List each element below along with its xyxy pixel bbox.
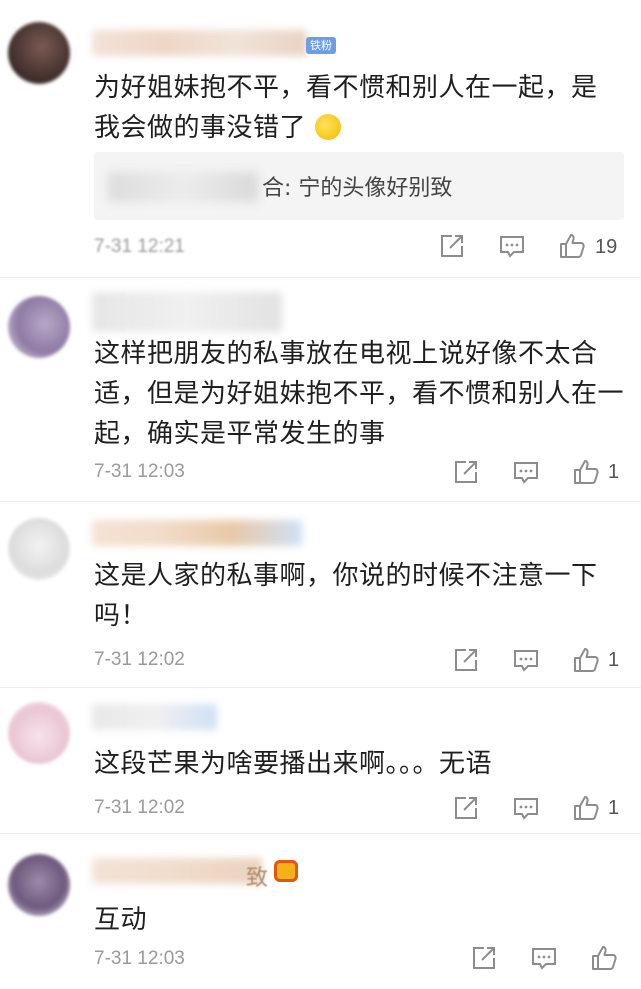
comment-time: 7-31 12:02 (94, 797, 185, 818)
like-count: 1 (608, 797, 620, 819)
reply-preview[interactable]: 合: 宁的头像好别致 (94, 152, 624, 220)
username-blurred[interactable] (92, 292, 282, 332)
share-icon[interactable] (452, 458, 480, 486)
share-icon[interactable] (452, 794, 480, 822)
comment-text: 这是人家的私事啊，你说的时候不注意一下吗！ (94, 561, 598, 631)
username-blurred[interactable] (92, 858, 262, 884)
comment-text: 互动 (94, 905, 148, 935)
comment-icon[interactable] (512, 458, 540, 486)
username-suffix: 致 (246, 866, 269, 891)
comment-time: 7-31 12:21 (94, 236, 185, 257)
avatar[interactable] (8, 296, 70, 358)
crown-icon (274, 860, 298, 882)
comment-time: 7-31 12:03 (94, 461, 185, 482)
comment-item: 这段芒果为啥要播出来啊。。。无语 7-31 12:02 1 (0, 688, 641, 834)
comment-text: 这段芒果为啥要播出来啊。。。无语 (94, 749, 493, 779)
thumbs-up-icon[interactable] (572, 646, 600, 674)
fan-badge: 铁粉 (306, 37, 336, 54)
share-icon[interactable] (470, 944, 498, 972)
comment-icon[interactable] (512, 646, 540, 674)
avatar[interactable] (8, 854, 70, 916)
thumbs-up-icon[interactable] (572, 458, 600, 486)
comment-text: 为好姐妹抱不平，看不惯和别人在一起，是 我会做的事没错了 (94, 73, 598, 143)
username-blurred[interactable] (92, 704, 217, 730)
avatar[interactable] (8, 518, 70, 580)
share-icon[interactable] (438, 232, 466, 260)
comment-icon[interactable] (530, 944, 558, 972)
comment-icon[interactable] (498, 232, 526, 260)
username-blurred[interactable] (92, 520, 302, 546)
laugh-cry-emoji (314, 114, 341, 140)
thumbs-up-icon[interactable] (572, 794, 600, 822)
username-blurred[interactable] (92, 30, 307, 56)
comment-time: 7-31 12:03 (94, 948, 185, 969)
comment-item: 铁粉 为好姐妹抱不平，看不惯和别人在一起，是 我会做的事没错了 合: 宁的头像好… (0, 0, 641, 278)
thumbs-up-icon[interactable] (558, 232, 586, 260)
comment-time: 7-31 12:02 (94, 649, 185, 670)
comment-text: 这样把朋友的私事放在电视上说好像不太合适，但是为好姐妹抱不平，看不惯和别人在一起… (94, 339, 625, 449)
reply-text: 合: 宁的头像好别致 (262, 176, 453, 201)
avatar[interactable] (8, 22, 70, 84)
like-count: 1 (608, 461, 620, 483)
comment-item: 致 互动 7-31 12:03 (0, 834, 641, 989)
thumbs-up-icon[interactable] (590, 944, 618, 972)
like-count: 19 (595, 236, 618, 258)
comment-item: 这样把朋友的私事放在电视上说好像不太合适，但是为好姐妹抱不平，看不惯和别人在一起… (0, 278, 641, 502)
avatar[interactable] (8, 702, 70, 764)
comment-icon[interactable] (512, 794, 540, 822)
like-count: 1 (608, 649, 620, 671)
comment-item: 这是人家的私事啊，你说的时候不注意一下吗！ 7-31 12:02 1 (0, 502, 641, 688)
share-icon[interactable] (452, 646, 480, 674)
